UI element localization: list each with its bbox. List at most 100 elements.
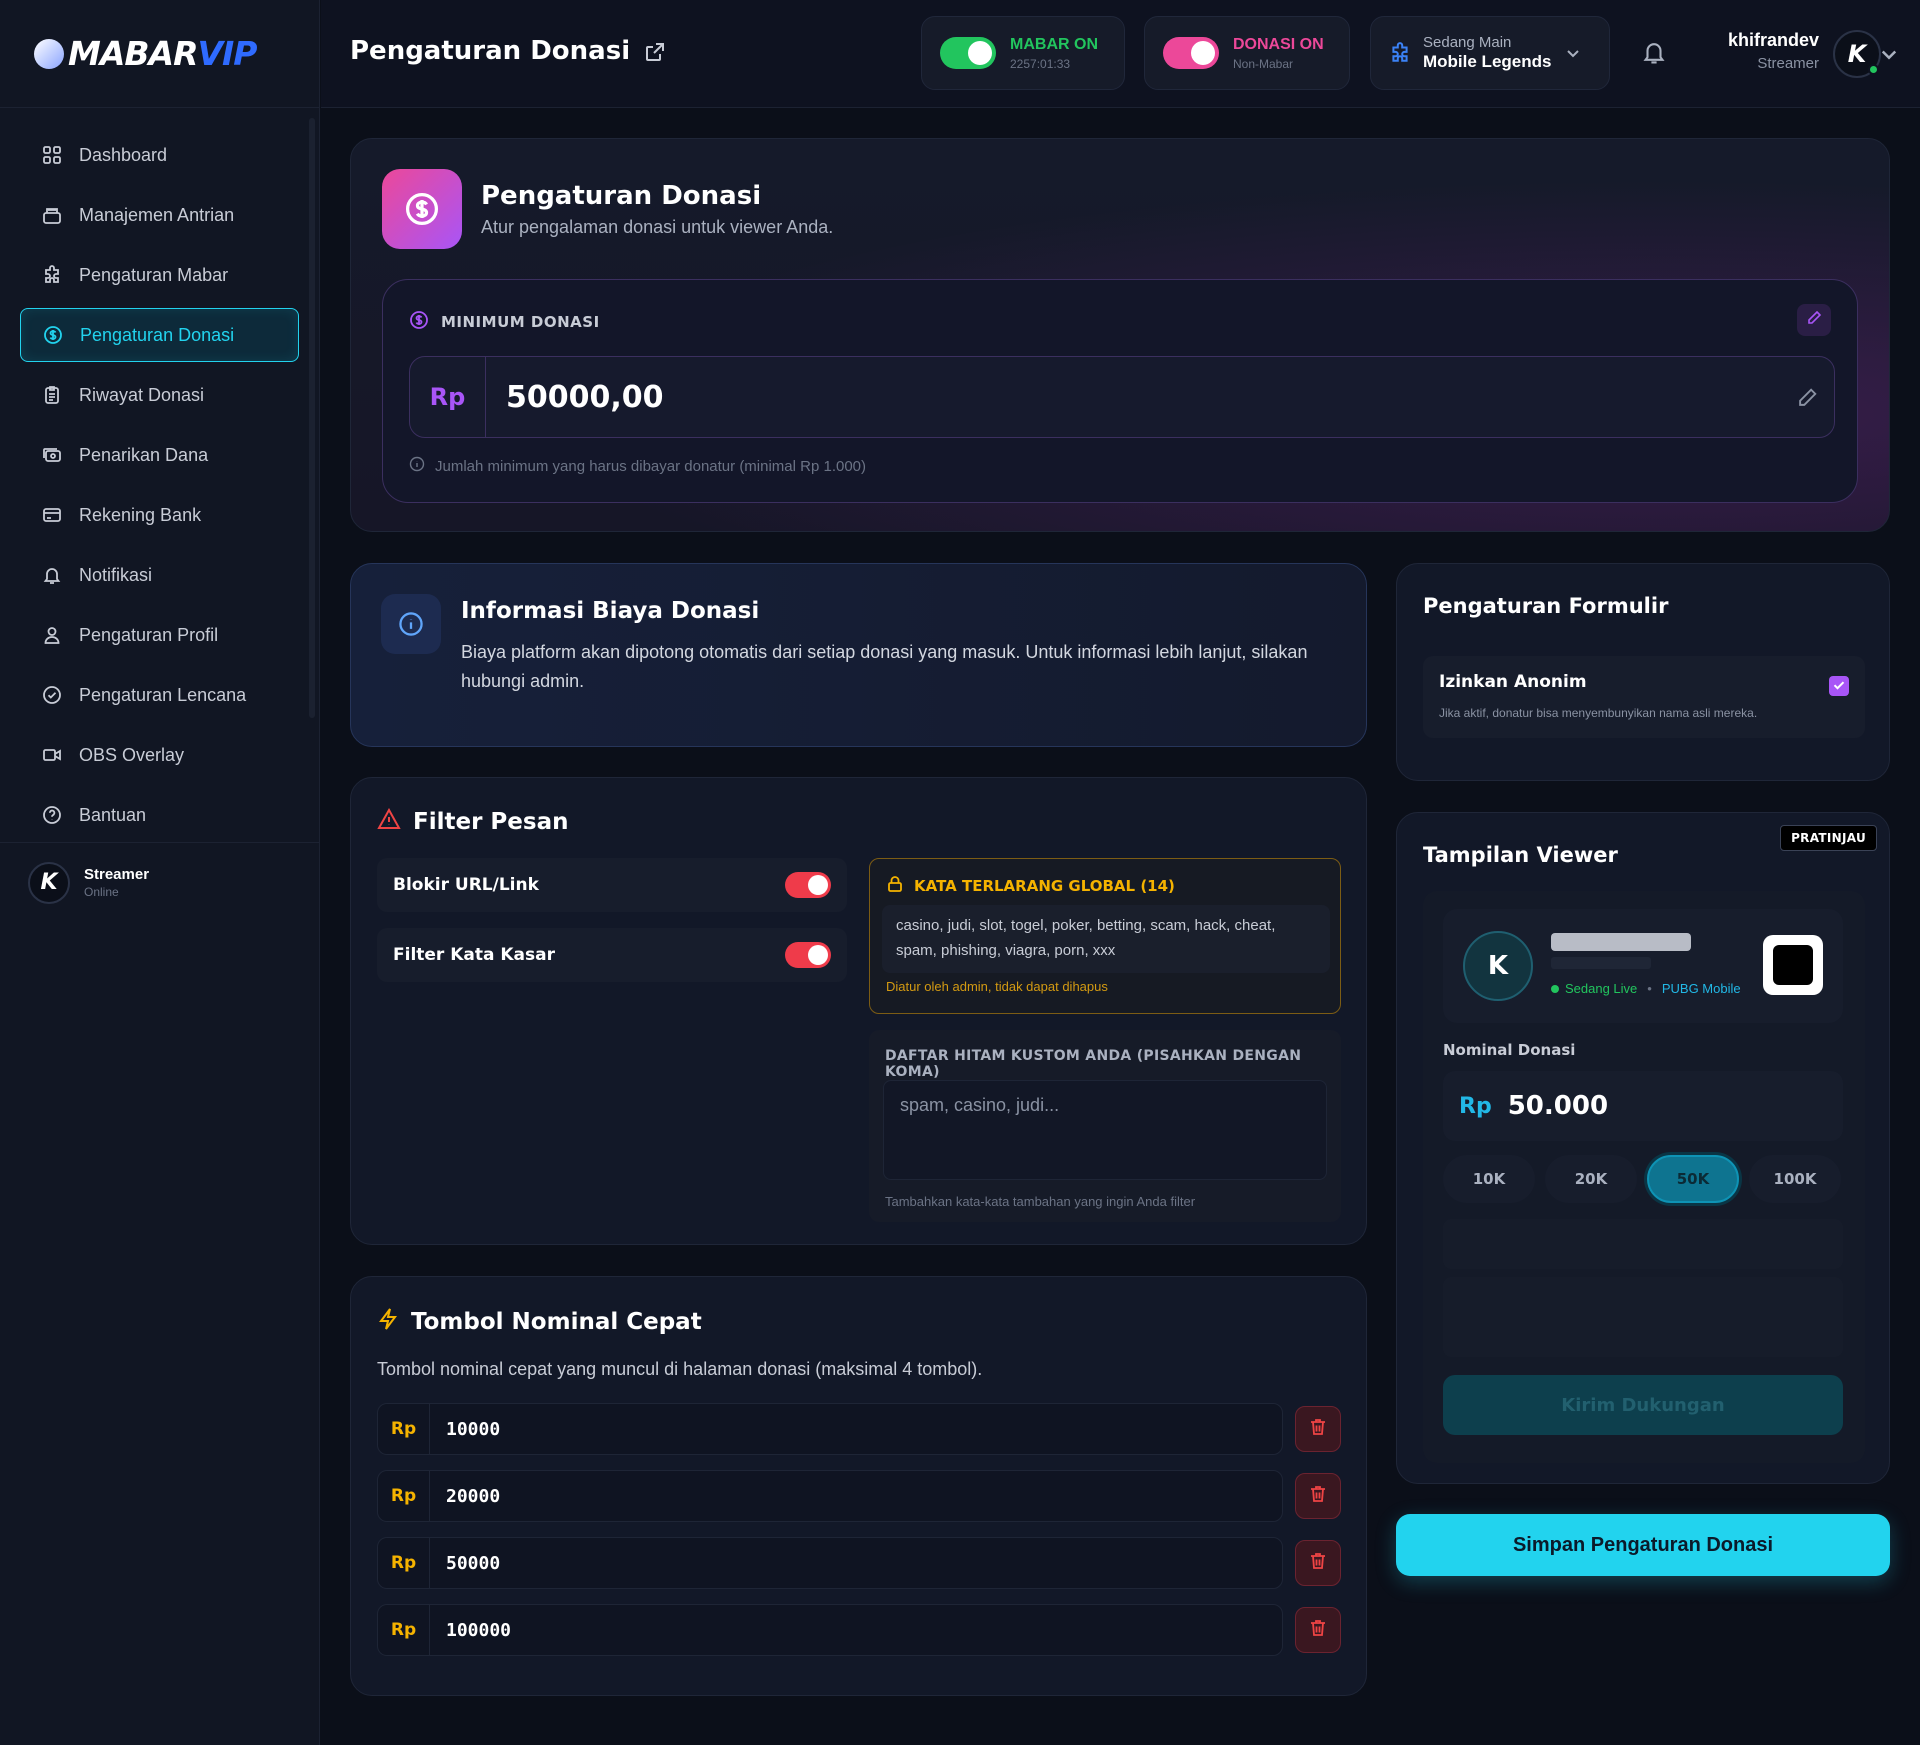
sidebar-item-riwayat-donasi[interactable]: Riwayat Donasi xyxy=(20,368,299,422)
header-user-name: khifrandev xyxy=(1727,30,1819,50)
sidebar-item-bantuan[interactable]: Bantuan xyxy=(20,788,299,842)
chevron-down-icon[interactable] xyxy=(1879,44,1899,64)
quick-amount-value[interactable]: 100000 xyxy=(430,1620,511,1641)
notification-bell-icon[interactable] xyxy=(1641,38,1667,66)
minimum-donation-input[interactable]: Rp 50000,00 xyxy=(409,356,1835,438)
chevron-down-icon xyxy=(1565,45,1581,61)
sidebar-item-label: Penarikan Dana xyxy=(79,444,209,465)
sidebar-item-dashboard[interactable]: Dashboard xyxy=(20,128,299,182)
amount-value: 50.000 xyxy=(1507,1091,1609,1121)
clipboard-icon xyxy=(41,384,63,406)
lock-icon xyxy=(886,875,904,897)
delete-button[interactable] xyxy=(1295,1540,1341,1586)
quick-chip[interactable]: 10K xyxy=(1443,1155,1535,1203)
quick-chip[interactable]: 100K xyxy=(1749,1155,1841,1203)
sidebar-user[interactable]: K Streamer Online xyxy=(0,842,320,922)
custom-blacklist-label: DAFTAR HITAM KUSTOM ANDA (PISAHKAN DENGA… xyxy=(885,1048,1302,1080)
logo-text-vip: VIP xyxy=(197,34,257,73)
section-title: Informasi Biaya Donasi xyxy=(461,598,760,624)
section-title: Pengaturan Donasi xyxy=(481,181,762,211)
trash-icon xyxy=(1308,1618,1328,1642)
section-title: Tampilan Viewer xyxy=(1423,843,1618,867)
cash-icon xyxy=(41,444,63,466)
custom-blacklist: DAFTAR HITAM KUSTOM ANDA (PISAHKAN DENGA… xyxy=(869,1030,1341,1222)
live-status: Sedang Live • PUBG Mobile xyxy=(1551,981,1741,996)
form-settings-card: Pengaturan Formulir Izinkan Anonim Jika … xyxy=(1396,563,1890,781)
quick-chip-active[interactable]: 50K xyxy=(1647,1155,1739,1203)
donasi-toggle[interactable] xyxy=(1163,37,1219,69)
quick-amount-input[interactable]: Rp 10000 xyxy=(377,1403,1283,1455)
block-url-toggle[interactable] xyxy=(785,872,831,898)
quick-amount-subtitle: Tombol nominal cepat yang muncul di hala… xyxy=(377,1359,983,1379)
minimum-donation-box: MINIMUM DONASI Rp 50000,00 Jumlah minimu… xyxy=(382,279,1858,503)
save-settings-button[interactable]: Simpan Pengaturan Donasi xyxy=(1396,1514,1890,1576)
toggle-knob xyxy=(1191,41,1215,65)
anonymous-option[interactable]: Izinkan Anonim Jika aktif, donatur bisa … xyxy=(1423,656,1865,738)
sidebar-nav: Dashboard Manajemen Antrian Pengaturan M… xyxy=(0,108,319,838)
delete-button[interactable] xyxy=(1295,1406,1341,1452)
fee-info-text: Biaya platform akan dipotong otomatis da… xyxy=(461,642,1308,691)
custom-blacklist-input[interactable]: spam, casino, judi... xyxy=(883,1080,1327,1180)
mabar-toggle[interactable] xyxy=(940,37,996,69)
sidebar-item-label: Notifikasi xyxy=(79,564,153,585)
sidebar-item-penarikan-dana[interactable]: Penarikan Dana xyxy=(20,428,299,482)
message-field-placeholder xyxy=(1443,1277,1843,1357)
quick-chip[interactable]: 20K xyxy=(1545,1155,1637,1203)
mabar-timer: 2257:01:33 xyxy=(1010,56,1071,71)
external-link-icon[interactable] xyxy=(644,40,666,62)
section-title-text: Filter Pesan xyxy=(413,809,569,835)
sidebar-item-notifikasi[interactable]: Notifikasi xyxy=(20,548,299,602)
quick-amount-input[interactable]: Rp 20000 xyxy=(377,1470,1283,1522)
mabar-toggle-pill[interactable]: MABAR ON 2257:01:33 xyxy=(921,16,1125,90)
edit-button[interactable] xyxy=(1797,304,1831,336)
header-user[interactable]: khifrandev Streamer xyxy=(1701,30,1819,72)
card-icon xyxy=(41,504,63,526)
user-icon xyxy=(41,624,63,646)
delete-button[interactable] xyxy=(1295,1473,1341,1519)
sidebar-item-obs-overlay[interactable]: OBS Overlay xyxy=(20,728,299,782)
send-support-button[interactable]: Kirim Dukungan xyxy=(1443,1375,1843,1435)
topbar: Pengaturan Donasi MABAR ON 2257:01:33 DO… xyxy=(321,0,1920,108)
quick-amount-input[interactable]: Rp 50000 xyxy=(377,1537,1283,1589)
donasi-toggle-pill[interactable]: DONASI ON Non-Mabar xyxy=(1144,16,1350,90)
quick-amount-value[interactable]: 50000 xyxy=(430,1553,500,1574)
sidebar-item-pengaturan-profil[interactable]: Pengaturan Profil xyxy=(20,608,299,662)
profanity-filter-toggle[interactable] xyxy=(785,942,831,968)
global-banned-words: KATA TERLARANG GLOBAL (14) casino, judi,… xyxy=(869,858,1341,1014)
toggle-knob xyxy=(968,41,992,65)
live-status-text: Sedang Live xyxy=(1565,981,1638,996)
banned-words-note: Diatur oleh admin, tidak dapat dihapus xyxy=(886,979,1108,994)
logo-text-mabar: MABAR xyxy=(68,34,198,73)
amount-input[interactable]: Rp 50.000 xyxy=(1443,1071,1843,1141)
currency-prefix: Rp xyxy=(378,1471,430,1521)
quick-amount-input[interactable]: Rp 100000 xyxy=(377,1604,1283,1656)
sidebar-item-pengaturan-donasi[interactable]: Pengaturan Donasi xyxy=(20,308,299,362)
sidebar-item-pengaturan-mabar[interactable]: Pengaturan Mabar xyxy=(20,248,299,302)
quick-amount-value[interactable]: 20000 xyxy=(430,1486,500,1507)
sidebar-item-manajemen-antrian[interactable]: Manajemen Antrian xyxy=(20,188,299,242)
anonymous-checkbox[interactable] xyxy=(1829,676,1849,696)
grid-icon xyxy=(41,144,63,166)
sidebar-scrollbar[interactable] xyxy=(309,118,315,718)
brand-logo[interactable]: MABAR VIP xyxy=(0,0,319,108)
live-dot-icon xyxy=(1551,984,1559,993)
sidebar-item-rekening-bank[interactable]: Rekening Bank xyxy=(20,488,299,542)
trash-icon xyxy=(1308,1484,1328,1508)
viewer-preview: K Sedang Live • PUBG Mobile Nominal Dona… xyxy=(1423,891,1865,1463)
option-label: Filter Kata Kasar xyxy=(393,945,556,965)
minimum-donation-value[interactable]: 50000,00 xyxy=(486,380,664,415)
delete-button[interactable] xyxy=(1295,1607,1341,1653)
currency-prefix: Rp xyxy=(378,1605,430,1655)
qr-placeholder xyxy=(1763,935,1823,995)
avatar: K xyxy=(28,861,70,904)
dollar-circle-icon xyxy=(42,324,64,346)
live-game: PUBG Mobile xyxy=(1661,981,1741,996)
donasi-mode: Non-Mabar xyxy=(1233,56,1294,71)
game-select[interactable]: Sedang Main Mobile Legends xyxy=(1370,16,1610,90)
custom-blacklist-hint: Tambahkan kata-kata tambahan yang ingin … xyxy=(885,1194,1196,1209)
quick-amount-value[interactable]: 10000 xyxy=(430,1419,500,1440)
sidebar-item-pengaturan-lencana[interactable]: Pengaturan Lencana xyxy=(20,668,299,722)
avatar[interactable]: K xyxy=(1833,30,1881,78)
name-placeholder-secondary xyxy=(1551,957,1651,969)
banned-words-list: casino, judi, slot, togel, poker, bettin… xyxy=(882,905,1330,973)
